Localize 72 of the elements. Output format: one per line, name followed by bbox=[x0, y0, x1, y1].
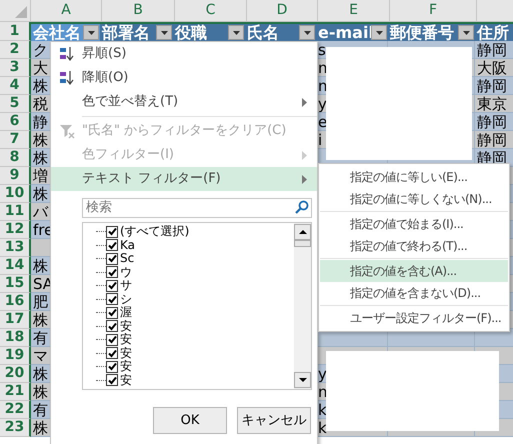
value-label[interactable]: Sc bbox=[120, 252, 134, 266]
checkbox[interactable] bbox=[106, 374, 118, 386]
header-cell[interactable]: 郵便番号 bbox=[388, 24, 475, 41]
checkbox[interactable] bbox=[106, 306, 118, 319]
value-label[interactable]: 安 bbox=[120, 346, 132, 360]
value-label[interactable]: Ka bbox=[120, 238, 136, 252]
table-cell: 静岡 bbox=[475, 41, 513, 59]
column-header[interactable]: B bbox=[133, 0, 143, 21]
dropdown-arrow-icon bbox=[376, 30, 382, 34]
dialog-button[interactable]: キャンセル bbox=[237, 407, 311, 434]
scroll-up-icon bbox=[298, 230, 306, 234]
value-label[interactable]: 渥 bbox=[120, 306, 132, 320]
filter-dropdown-button[interactable] bbox=[83, 25, 99, 40]
column-header[interactable]: C bbox=[206, 0, 216, 21]
checkbox[interactable] bbox=[106, 280, 118, 292]
column-header[interactable]: E bbox=[349, 0, 358, 21]
dropdown-arrow-icon bbox=[232, 30, 240, 34]
scroll-down-icon bbox=[298, 378, 306, 382]
filter-dropdown-button[interactable] bbox=[156, 25, 172, 40]
scrollbar[interactable] bbox=[294, 223, 311, 389]
header-cell[interactable]: 役職 bbox=[173, 24, 245, 41]
sort-ascending-icon bbox=[58, 46, 74, 62]
checkbox[interactable] bbox=[106, 334, 118, 346]
table-cell: 東京 bbox=[475, 95, 513, 113]
checkbox[interactable] bbox=[106, 347, 118, 360]
filter-dropdown-button[interactable] bbox=[228, 25, 244, 40]
dialog-button[interactable]: OK bbox=[153, 407, 227, 434]
checkbox[interactable] bbox=[106, 293, 118, 306]
filter-dropdown-button[interactable] bbox=[371, 25, 387, 40]
dropdown-arrow-icon bbox=[88, 30, 94, 34]
header-cell[interactable]: 会社名 bbox=[31, 24, 100, 41]
table-cell: 静岡 bbox=[475, 131, 513, 149]
header-cell[interactable]: 部署名 bbox=[100, 24, 173, 41]
value-label[interactable]: 安 bbox=[120, 333, 132, 346]
value-label[interactable]: シ bbox=[120, 292, 132, 306]
menu-item[interactable]: 指定の値を含まない(D)... bbox=[320, 282, 508, 304]
menu-item[interactable]: 指定の値に等しくない(N)... bbox=[320, 188, 508, 210]
menu-item[interactable]: 指定の値で終わる(T)... bbox=[320, 235, 508, 257]
value-label[interactable]: サ bbox=[120, 279, 132, 292]
filter-dropdown-button[interactable] bbox=[458, 25, 474, 40]
checkbox[interactable] bbox=[106, 226, 118, 238]
checkbox[interactable] bbox=[106, 252, 118, 265]
value-label[interactable]: ウ bbox=[120, 266, 132, 279]
table-cell: 静岡 bbox=[475, 77, 513, 95]
checkbox[interactable] bbox=[106, 320, 118, 332]
menu-item[interactable]: ユーザー設定フィルター(F)... bbox=[320, 307, 508, 329]
menu-item[interactable]: 指定の値に等しい(E)... bbox=[320, 166, 508, 188]
dropdown-arrow-icon bbox=[304, 30, 310, 34]
table-cell: 静岡 bbox=[475, 113, 513, 131]
checkbox[interactable] bbox=[106, 266, 118, 278]
menu-item[interactable]: 指定の値を含む(A)... bbox=[320, 260, 508, 282]
value-label[interactable]: 安 bbox=[120, 360, 132, 374]
filter-dropdown-button[interactable] bbox=[299, 25, 315, 40]
scroll-thumb[interactable] bbox=[294, 240, 311, 247]
value-label[interactable]: 安 bbox=[120, 374, 132, 387]
search-icon bbox=[295, 200, 309, 214]
menu-item[interactable]: 指定の値で始まる(I)... bbox=[320, 213, 508, 235]
value-label[interactable]: (すべて選択) bbox=[120, 225, 190, 238]
checkbox[interactable] bbox=[106, 360, 118, 373]
search-field[interactable]: 検索 bbox=[82, 198, 312, 218]
sort-descending-icon bbox=[58, 70, 74, 86]
column-header[interactable]: A bbox=[61, 0, 71, 21]
column-header[interactable]: D bbox=[276, 0, 288, 21]
dropdown-arrow-icon bbox=[462, 30, 470, 34]
menu-item[interactable]: テキスト フィルター(F) bbox=[51, 167, 317, 191]
value-label[interactable]: 安 bbox=[120, 320, 132, 333]
checkbox[interactable] bbox=[106, 239, 118, 252]
header-cell[interactable]: 氏名 bbox=[245, 24, 316, 41]
column-header[interactable]: F bbox=[428, 0, 438, 21]
table-cell: 大阪 bbox=[475, 59, 513, 77]
dropdown-arrow-icon bbox=[160, 30, 168, 34]
clear-filter-icon bbox=[58, 123, 74, 139]
